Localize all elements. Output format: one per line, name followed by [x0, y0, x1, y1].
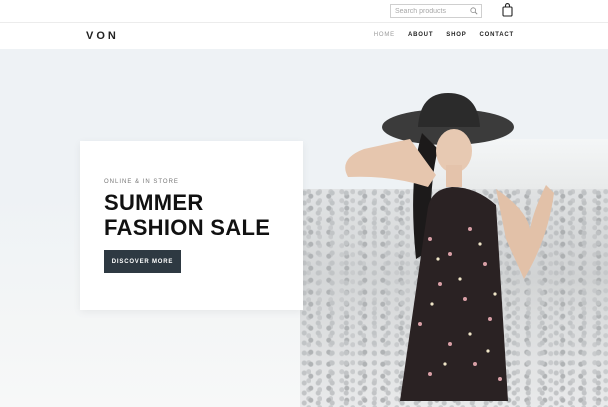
nav-menu: HOME ABOUT SHOP CONTACT — [374, 32, 514, 38]
nav-item-contact[interactable]: CONTACT — [480, 32, 514, 38]
hero-eyebrow: ONLINE & IN STORE — [104, 179, 179, 185]
site-logo[interactable]: VON — [86, 30, 119, 42]
nav-item-shop[interactable]: SHOP — [446, 32, 466, 38]
main-navigation: VON HOME ABOUT SHOP CONTACT — [0, 22, 608, 50]
discover-more-button[interactable]: DISCOVER MORE — [104, 250, 181, 273]
search-icon[interactable] — [470, 7, 478, 15]
hero-card: ONLINE & IN STORE SUMMER FASHION SALE DI… — [80, 141, 303, 310]
top-bar — [0, 0, 608, 22]
hero-headline-line1: SUMMER — [104, 190, 204, 215]
nav-item-home[interactable]: HOME — [374, 32, 395, 38]
shopping-bag-icon[interactable] — [502, 3, 513, 17]
hero-headline: SUMMER FASHION SALE — [104, 190, 270, 240]
nav-item-about[interactable]: ABOUT — [408, 32, 433, 38]
search-box[interactable] — [390, 4, 482, 18]
search-input[interactable] — [395, 7, 465, 16]
hero-model-image — [345, 93, 554, 401]
hero-headline-line2: FASHION SALE — [104, 215, 271, 240]
hero-banner: ONLINE & IN STORE SUMMER FASHION SALE DI… — [0, 49, 608, 407]
